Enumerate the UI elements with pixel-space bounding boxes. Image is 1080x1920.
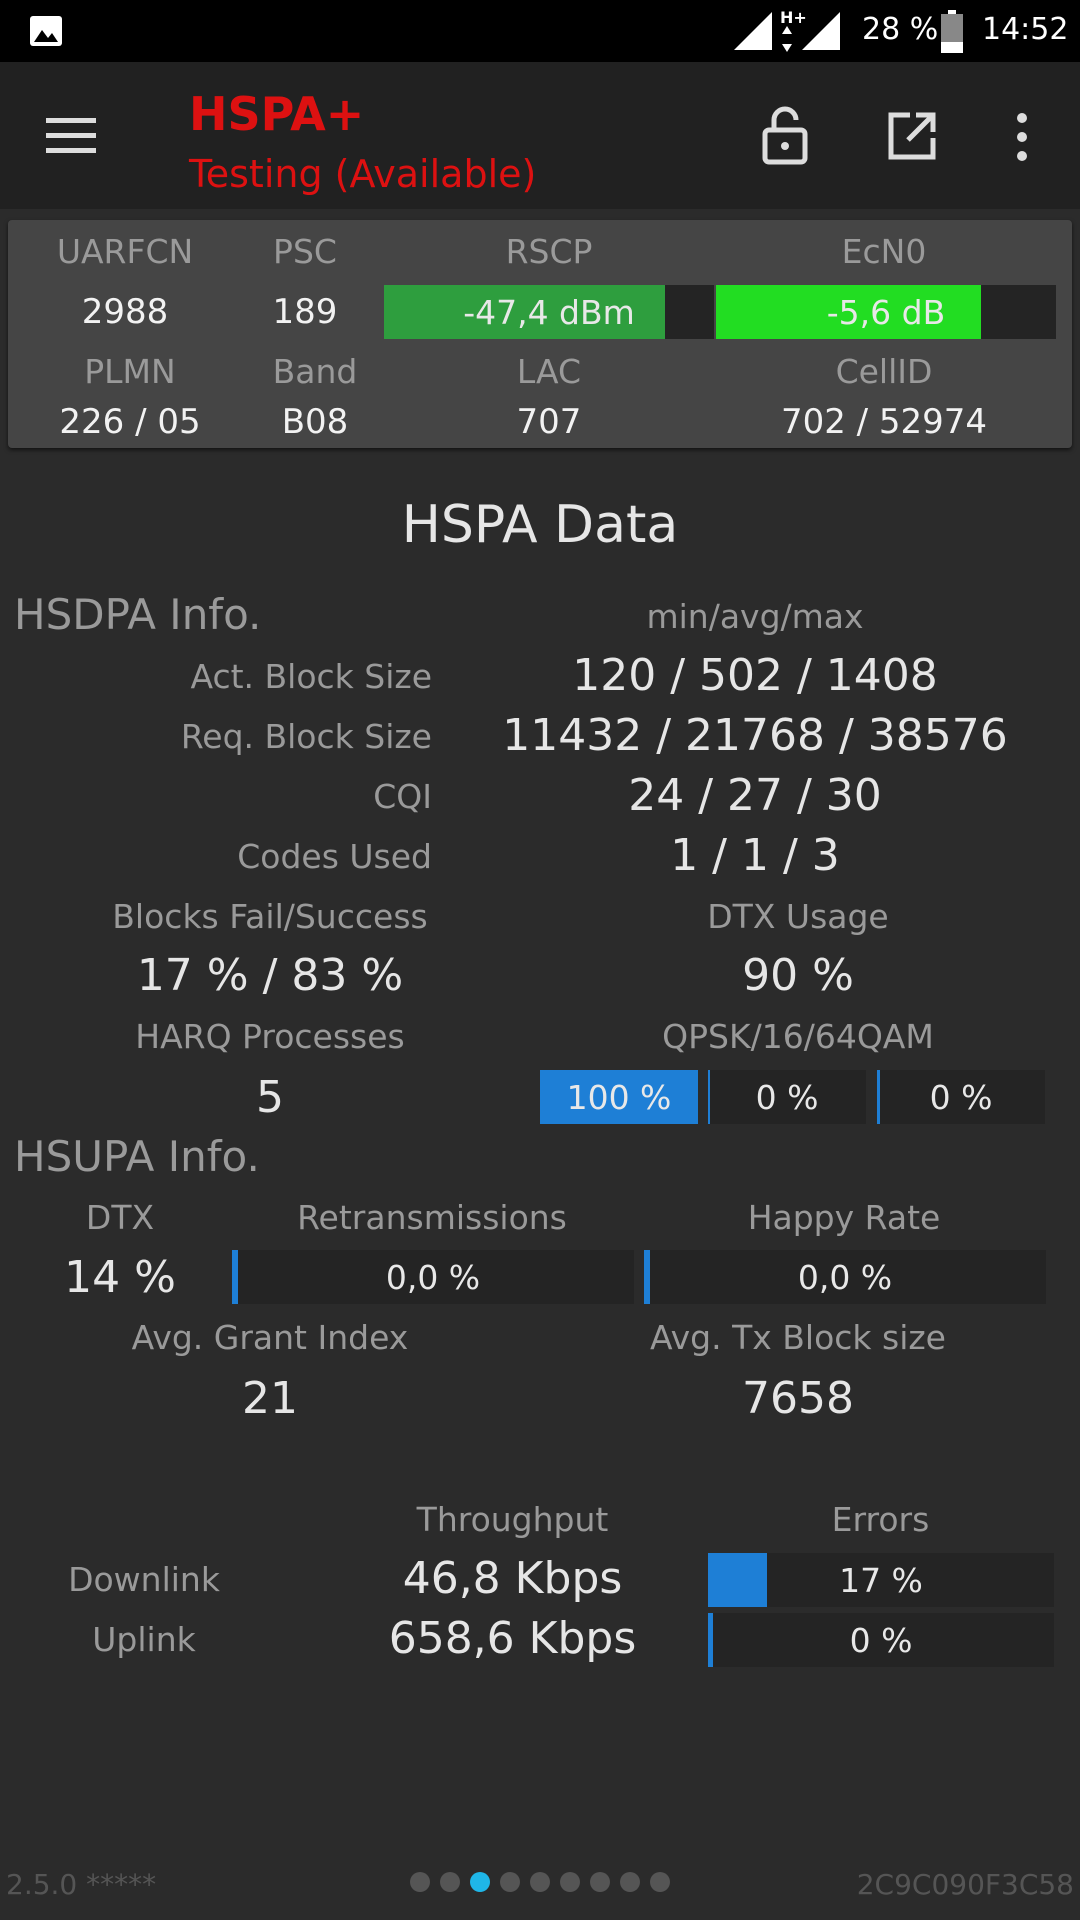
cellid-value: 702 / 52974 [780, 402, 988, 442]
blocks-fail-success-value: 17 % / 83 % [136, 950, 404, 1001]
codes-used-label: Codes Used [237, 837, 432, 876]
page-dot[interactable] [590, 1872, 610, 1892]
ecn0-meter: -5,6 dB [716, 285, 1056, 339]
qpsk-meter: 100 % [540, 1070, 698, 1124]
uarfcn-value: 2988 [81, 292, 169, 332]
downlink-throughput-value: 46,8 Kbps [402, 1553, 623, 1604]
technology-title: HSPA+ [189, 87, 365, 141]
qpsk-value: 100 % [566, 1077, 672, 1117]
open-external-icon[interactable] [886, 110, 938, 162]
hsupa-section-title: HSUPA Info. [14, 1132, 260, 1181]
hsupa-dtx-value: 14 % [64, 1252, 176, 1303]
page-indicator [380, 1872, 700, 1896]
avg-tx-block-size-value: 7658 [742, 1373, 854, 1424]
req-block-size-value: 11432 / 21768 / 38576 [502, 710, 1008, 761]
serving-cell-panel: UARFCN PSC RSCP EcN0 2988 189 -47,4 dBm … [8, 220, 1072, 448]
harq-processes-value: 5 [256, 1072, 284, 1123]
hsdpa-section-title: HSDPA Info. [14, 590, 262, 639]
band-value: B08 [281, 402, 349, 442]
data-arrows-icon [782, 26, 792, 52]
page-dot[interactable] [650, 1872, 670, 1892]
status-bar: H+ 28 % 14:52 [0, 0, 1080, 62]
act-block-size-value: 120 / 502 / 1408 [572, 650, 938, 701]
blocks-fail-success-label: Blocks Fail/Success [112, 897, 428, 936]
hspa-data-heading: HSPA Data [401, 495, 679, 555]
retransmissions-meter: 0,0 % [232, 1250, 634, 1304]
qam64-value: 0 % [929, 1077, 993, 1117]
page-dot[interactable] [410, 1872, 430, 1892]
happy-rate-meter: 0,0 % [644, 1250, 1046, 1304]
hsupa-dtx-label: DTX [85, 1198, 155, 1237]
lac-label: LAC [516, 352, 582, 391]
req-block-size-label: Req. Block Size [180, 717, 432, 756]
lac-value: 707 [516, 402, 582, 442]
page-dot[interactable] [470, 1872, 490, 1892]
rscp-value: -47,4 dBm [463, 292, 635, 332]
app-version: 2.5.0 ***** [6, 1868, 157, 1901]
rscp-label: RSCP [505, 232, 593, 271]
battery-icon [941, 10, 963, 53]
downlink-errors-meter: 17 % [708, 1553, 1054, 1607]
plmn-label: PLMN [84, 352, 176, 391]
uplink-errors-meter: 0 % [708, 1613, 1054, 1667]
ecn0-value: -5,6 dB [826, 292, 946, 332]
page-dot[interactable] [530, 1872, 550, 1892]
cellid-label: CellID [835, 352, 933, 391]
qam16-meter: 0 % [708, 1070, 866, 1124]
device-id: 2C9C090F3C58 [856, 1868, 1074, 1901]
app-toolbar: HSPA+ Testing (Available) [0, 62, 1080, 209]
uarfcn-label: UARFCN [56, 232, 194, 271]
menu-icon[interactable] [46, 116, 98, 156]
rscp-meter: -47,4 dBm [384, 285, 714, 339]
page-dot[interactable] [620, 1872, 640, 1892]
avg-tx-block-size-label: Avg. Tx Block size [649, 1318, 946, 1357]
errors-header: Errors [831, 1500, 930, 1539]
signal-icon [734, 12, 772, 50]
status-subtitle: Testing (Available) [189, 152, 537, 196]
uplink-throughput-value: 658,6 Kbps [388, 1613, 637, 1664]
page-dot[interactable] [560, 1872, 580, 1892]
plmn-value: 226 / 05 [59, 402, 201, 442]
clock: 14:52 [982, 12, 1069, 47]
codes-used-value: 1 / 1 / 3 [670, 830, 840, 881]
dtx-usage-label: DTX Usage [707, 897, 889, 936]
psc-value: 189 [272, 292, 338, 332]
happy-rate-value: 0,0 % [797, 1257, 893, 1297]
stat-header: min/avg/max [646, 597, 864, 636]
throughput-header: Throughput [416, 1500, 609, 1539]
downlink-errors-value: 17 % [839, 1560, 923, 1600]
avg-grant-index-label: Avg. Grant Index [131, 1318, 409, 1357]
avg-grant-index-value: 21 [242, 1373, 298, 1424]
battery-percent: 28 % [862, 12, 939, 47]
psc-label: PSC [273, 232, 337, 271]
signal-icon-2 [802, 12, 840, 50]
overflow-menu-icon[interactable] [1010, 112, 1034, 162]
happy-rate-label: Happy Rate [747, 1198, 941, 1237]
downlink-label: Downlink [68, 1560, 220, 1599]
harq-processes-label: HARQ Processes [135, 1017, 405, 1056]
lock-icon[interactable] [760, 104, 810, 166]
act-block-size-label: Act. Block Size [190, 657, 432, 696]
dtx-usage-value: 90 % [742, 950, 854, 1001]
cqi-value: 24 / 27 / 30 [628, 770, 882, 821]
retransmissions-value: 0,0 % [385, 1257, 481, 1297]
page-dot[interactable] [440, 1872, 460, 1892]
ecn0-label: EcN0 [841, 232, 927, 271]
uplink-label: Uplink [92, 1620, 196, 1659]
band-label: Band [272, 352, 358, 391]
page-dot[interactable] [500, 1872, 520, 1892]
modulation-label: QPSK/16/64QAM [662, 1017, 934, 1056]
cqi-label: CQI [373, 777, 432, 816]
retransmissions-label: Retransmissions [297, 1198, 567, 1237]
uplink-errors-value: 0 % [849, 1620, 913, 1660]
qam64-meter: 0 % [877, 1070, 1045, 1124]
qam16-value: 0 % [755, 1077, 819, 1117]
gallery-notification-icon [30, 16, 62, 46]
